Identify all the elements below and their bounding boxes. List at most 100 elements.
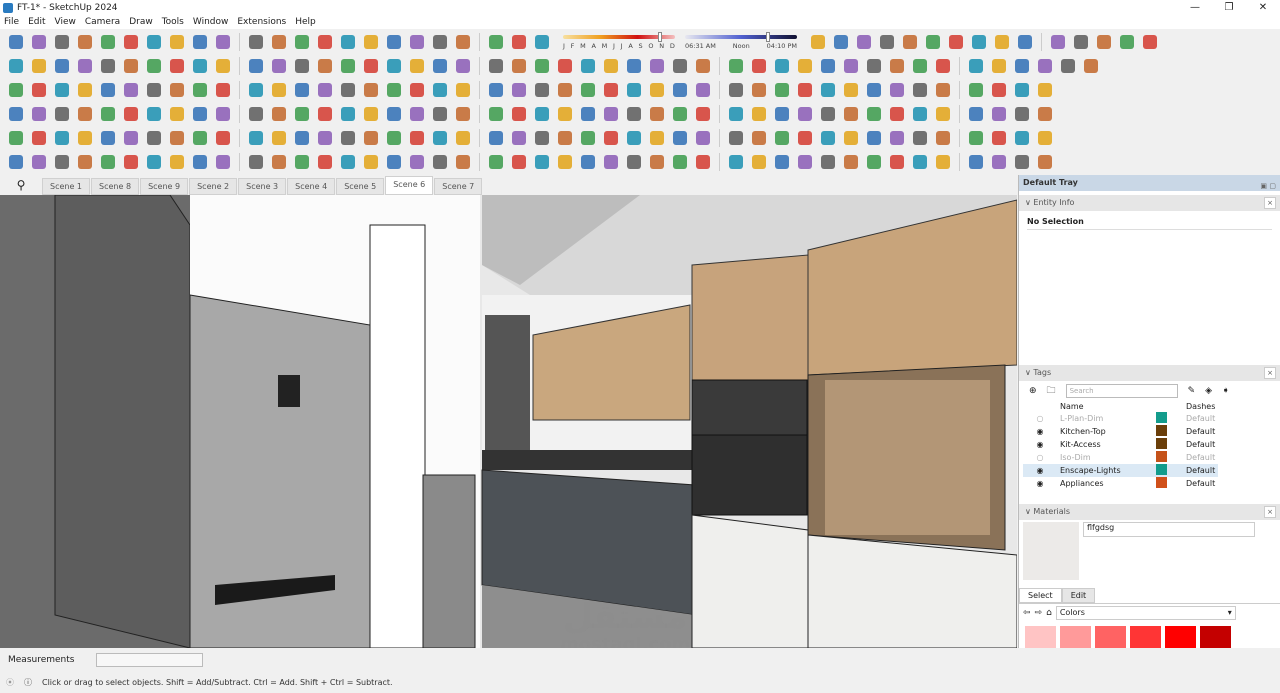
toolbar-tool-icon[interactable] — [1140, 32, 1160, 52]
toolbar-tool-icon[interactable] — [946, 32, 966, 52]
toolbar-tool-icon[interactable] — [486, 152, 506, 172]
toolbar-tool-icon[interactable] — [989, 128, 1009, 148]
toolbar-tool-icon[interactable] — [1012, 104, 1032, 124]
toolbar-tool-icon[interactable] — [933, 152, 953, 172]
toolbar-tool-icon[interactable] — [190, 152, 210, 172]
toolbar-tool-icon[interactable] — [772, 128, 792, 148]
toolbar-tool-icon[interactable] — [213, 128, 233, 148]
toolbar-tool-icon[interactable] — [670, 80, 690, 100]
toolbar-tool-icon[interactable] — [772, 56, 792, 76]
scene-tab[interactable]: Scene 4 — [287, 178, 336, 195]
toolbar-tool-icon[interactable] — [726, 152, 746, 172]
toolbar-tool-icon[interactable] — [693, 152, 713, 172]
toolbar-tool-icon[interactable] — [75, 128, 95, 148]
toolbar-tool-icon[interactable] — [726, 80, 746, 100]
col-dashes[interactable]: Dashes — [1183, 401, 1218, 412]
toolbar-tool-icon[interactable] — [292, 128, 312, 148]
toolbar-tool-icon[interactable] — [29, 56, 49, 76]
toolbar-tool-icon[interactable] — [555, 128, 575, 148]
toolbar-tool-icon[interactable] — [693, 104, 713, 124]
toolbar-tool-icon[interactable] — [578, 104, 598, 124]
time-slider[interactable]: 06:31 AM Noon 04:10 PM — [685, 31, 797, 50]
toolbar-tool-icon[interactable] — [292, 104, 312, 124]
tag-row[interactable]: ◉ Kitchen-Top Default — [1023, 425, 1218, 438]
color-swatch[interactable] — [1095, 626, 1126, 651]
tag-row[interactable]: ○ L-Plan-Dim Default — [1023, 412, 1218, 425]
toolbar-tool-icon[interactable] — [795, 56, 815, 76]
toolbar-tool-icon[interactable] — [910, 56, 930, 76]
toolbar-tool-icon[interactable] — [98, 80, 118, 100]
toolbar-tool-icon[interactable] — [144, 56, 164, 76]
toolbar-tool-icon[interactable] — [246, 80, 266, 100]
toolbar-tool-icon[interactable] — [624, 56, 644, 76]
toolbar-tool-icon[interactable] — [864, 128, 884, 148]
toolbar-tool-icon[interactable] — [29, 80, 49, 100]
toolbar-tool-icon[interactable] — [795, 104, 815, 124]
menu-extensions[interactable]: Extensions — [237, 15, 286, 29]
toolbar-tool-icon[interactable] — [854, 32, 874, 52]
toolbar-tool-icon[interactable] — [532, 56, 552, 76]
toolbar-tool-icon[interactable] — [190, 56, 210, 76]
toolbar-tool-icon[interactable] — [213, 80, 233, 100]
toolbar-tool-icon[interactable] — [601, 56, 621, 76]
add-tag-icon[interactable]: ⊕ — [1029, 386, 1037, 396]
toolbar-tool-icon[interactable] — [486, 32, 506, 52]
toolbar-tool-icon[interactable] — [749, 56, 769, 76]
toolbar-tool-icon[interactable] — [555, 152, 575, 172]
toolbar-tool-icon[interactable] — [338, 80, 358, 100]
toolbar-tool-icon[interactable] — [98, 128, 118, 148]
toolbar-tool-icon[interactable] — [864, 80, 884, 100]
toolbar-tool-icon[interactable] — [29, 32, 49, 52]
maximize-button[interactable]: ❐ — [1212, 0, 1246, 15]
toolbar-tool-icon[interactable] — [532, 104, 552, 124]
toolbar-tool-icon[interactable] — [52, 32, 72, 52]
tag-color[interactable] — [1153, 477, 1183, 490]
toolbar-tool-icon[interactable] — [144, 128, 164, 148]
toolbar-tool-icon[interactable] — [29, 152, 49, 172]
toolbar-tool-icon[interactable] — [966, 128, 986, 148]
toolbar-tool-icon[interactable] — [966, 56, 986, 76]
toolbar-tool-icon[interactable] — [361, 104, 381, 124]
tag-color[interactable] — [1153, 451, 1183, 464]
toolbar-tool-icon[interactable] — [75, 80, 95, 100]
toolbar-tool-icon[interactable] — [1048, 32, 1068, 52]
toolbar-tool-icon[interactable] — [167, 32, 187, 52]
toolbar-tool-icon[interactable] — [989, 80, 1009, 100]
toolbar-tool-icon[interactable] — [338, 104, 358, 124]
scene-tab[interactable]: Scene 8 — [91, 178, 140, 195]
toolbar-tool-icon[interactable] — [453, 80, 473, 100]
toolbar-tool-icon[interactable] — [315, 80, 335, 100]
close-icon[interactable]: × — [1264, 506, 1276, 519]
toolbar-tool-icon[interactable] — [338, 152, 358, 172]
toolbar-tool-icon[interactable] — [933, 128, 953, 148]
toolbar-tool-icon[interactable] — [338, 56, 358, 76]
toolbar-tool-icon[interactable] — [1117, 32, 1137, 52]
toolbar-tool-icon[interactable] — [407, 56, 427, 76]
minimize-button[interactable]: — — [1178, 0, 1212, 15]
menu-help[interactable]: Help — [295, 15, 316, 29]
toolbar-tool-icon[interactable] — [52, 56, 72, 76]
toolbar-tool-icon[interactable] — [1015, 32, 1035, 52]
menu-camera[interactable]: Camera — [85, 15, 120, 29]
toolbar-tool-icon[interactable] — [969, 32, 989, 52]
pencil-icon[interactable]: ✎ — [1188, 386, 1196, 396]
scene-tab[interactable]: Scene 3 — [238, 178, 287, 195]
toolbar-tool-icon[interactable] — [315, 152, 335, 172]
toolbar-tool-icon[interactable] — [338, 128, 358, 148]
toolbar-tool-icon[interactable] — [6, 56, 26, 76]
toolbar-tool-icon[interactable] — [795, 128, 815, 148]
toolbar-tool-icon[interactable] — [52, 128, 72, 148]
toolbar-tool-icon[interactable] — [693, 56, 713, 76]
toolbar-tool-icon[interactable] — [292, 32, 312, 52]
toolbar-tool-icon[interactable] — [1012, 56, 1032, 76]
toolbar-tool-icon[interactable] — [167, 80, 187, 100]
toolbar-tool-icon[interactable] — [749, 80, 769, 100]
toolbar-tool-icon[interactable] — [841, 128, 861, 148]
toolbar-tool-icon[interactable] — [989, 56, 1009, 76]
toolbar-tool-icon[interactable] — [509, 152, 529, 172]
toolbar-tool-icon[interactable] — [923, 32, 943, 52]
collection-select[interactable]: Colors ▾ — [1055, 606, 1236, 621]
measurements-input[interactable] — [96, 653, 204, 667]
add-folder-icon[interactable]: 🗀 — [1047, 383, 1056, 399]
toolbar-tool-icon[interactable] — [910, 80, 930, 100]
